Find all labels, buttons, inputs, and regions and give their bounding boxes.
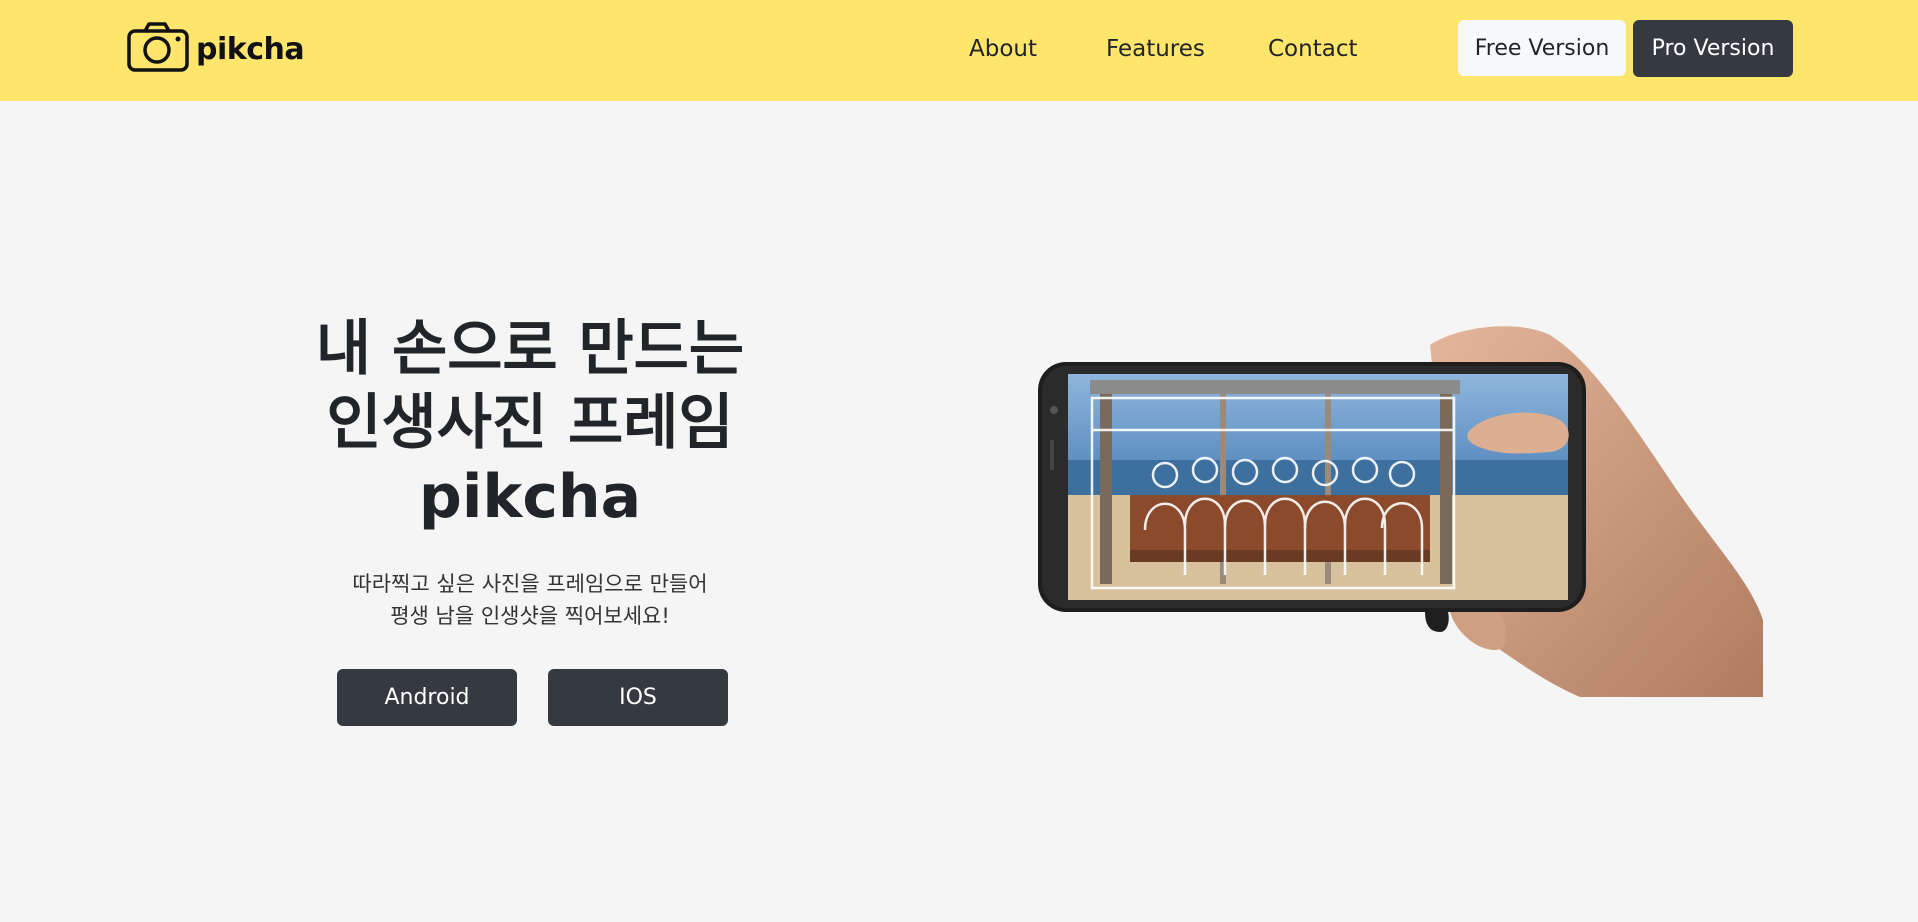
hero-title-brand: pikcha — [418, 462, 642, 532]
free-version-button[interactable]: Free Version — [1458, 20, 1626, 76]
nav-link-features[interactable]: Features — [1106, 36, 1205, 62]
brand-name: pikcha — [196, 31, 305, 67]
hero-subtitle-line: 따라찍고 싶은 사진을 프레임으로 만들어 — [352, 572, 708, 596]
hero-title-line: 내 손으로 만드는 — [315, 314, 745, 384]
navbar: pikcha About Features Contact Free Versi… — [0, 0, 1918, 101]
ios-button[interactable]: IOS — [548, 669, 728, 726]
pro-version-button[interactable]: Pro Version — [1633, 20, 1793, 77]
hero-subtitle-line: 평생 남을 인생샷을 찍어보세요! — [390, 604, 670, 628]
hero-title-line: 인생사진 프레임 — [326, 388, 734, 458]
android-button[interactable]: Android — [337, 669, 517, 726]
nav-link-contact[interactable]: Contact — [1268, 36, 1357, 62]
camera-icon — [127, 22, 189, 76]
nav-link-about[interactable]: About — [969, 36, 1037, 62]
brand-link[interactable]: pikcha — [127, 22, 305, 76]
phone-in-hand-illustration — [1030, 320, 1770, 700]
hero-title: 내 손으로 만드는 인생사진 프레임 pikcha — [230, 312, 830, 534]
hero-subtitle: 따라찍고 싶은 사진을 프레임으로 만들어 평생 남을 인생샷을 찍어보세요! — [270, 568, 790, 632]
